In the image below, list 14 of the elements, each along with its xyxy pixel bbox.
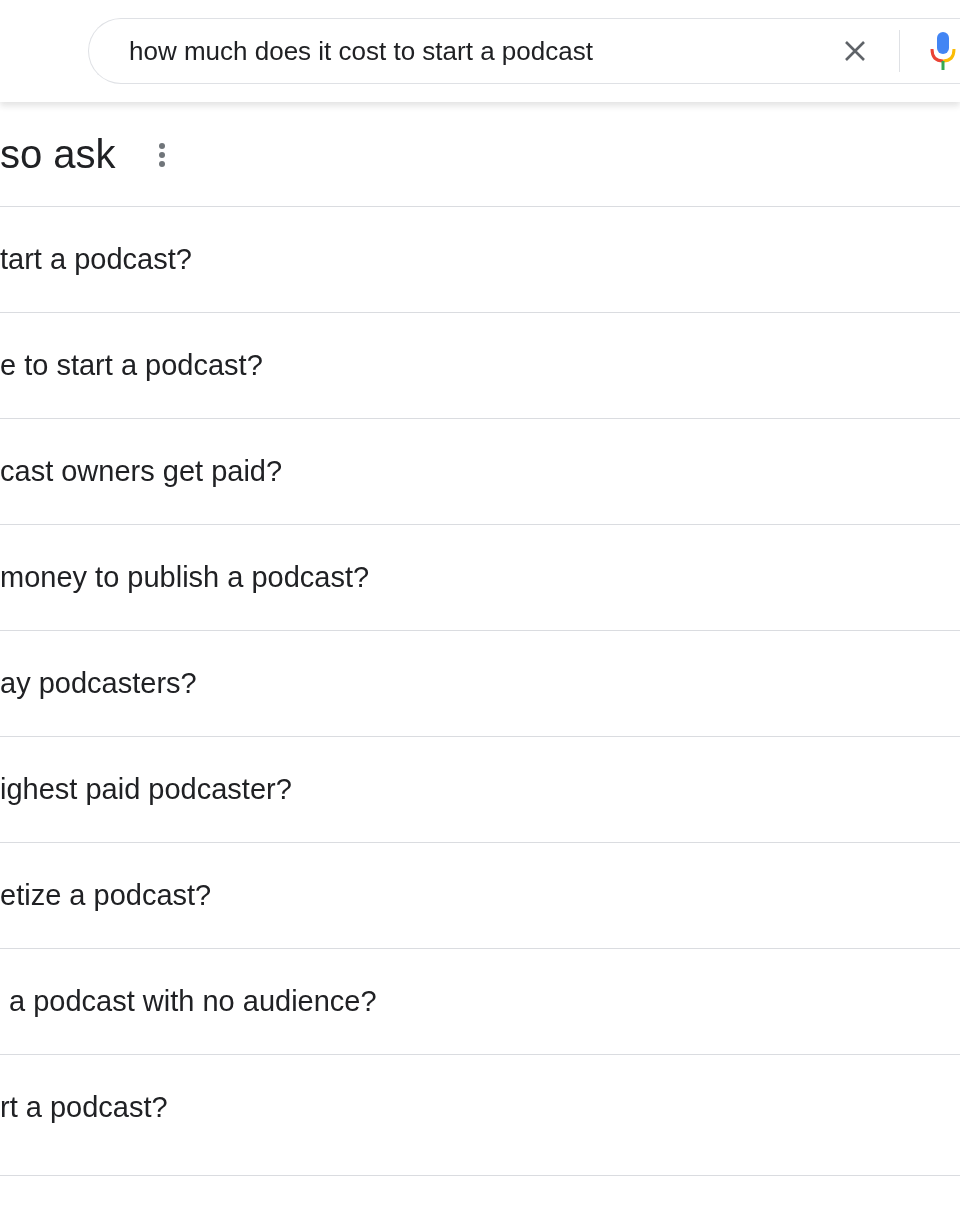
question-text[interactable]: etize a podcast? xyxy=(0,879,212,912)
question-text[interactable]: ighest paid podcaster? xyxy=(0,773,292,806)
close-icon[interactable] xyxy=(843,39,867,63)
question-text[interactable]: tart a podcast? xyxy=(0,243,192,276)
question-text[interactable]: money to publish a podcast? xyxy=(0,561,370,594)
question-text[interactable]: rt a podcast? xyxy=(0,1091,168,1124)
question-text[interactable]: ay podcasters? xyxy=(0,667,197,700)
more-options-icon[interactable] xyxy=(157,142,166,168)
question-text[interactable]: cast owners get paid? xyxy=(0,455,283,488)
microphone-icon[interactable] xyxy=(930,32,956,70)
question-text[interactable]: a podcast with no audience? xyxy=(0,985,377,1018)
question-text[interactable]: e to start a podcast? xyxy=(0,349,263,382)
section-title: so ask xyxy=(0,131,116,177)
search-field[interactable]: how much does it cost to start a podcast xyxy=(129,35,831,67)
